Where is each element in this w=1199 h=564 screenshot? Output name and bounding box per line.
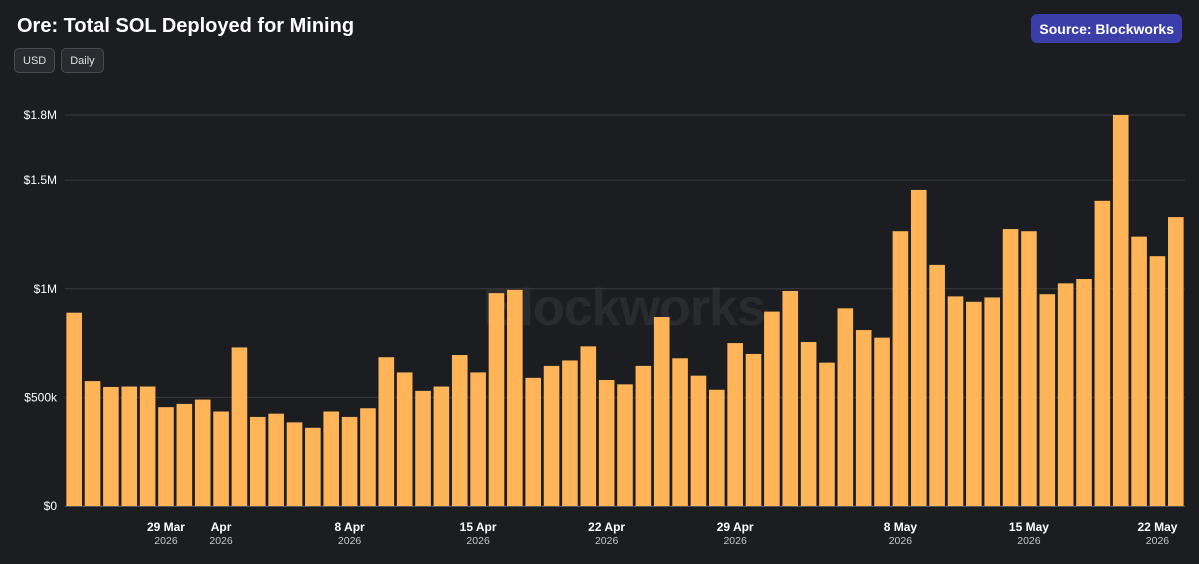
bar[interactable] <box>341 416 358 506</box>
bar[interactable] <box>415 390 431 506</box>
bar[interactable] <box>1002 229 1019 506</box>
bar[interactable] <box>635 365 652 506</box>
bar[interactable] <box>966 301 982 506</box>
bar[interactable] <box>1112 115 1129 506</box>
bar[interactable] <box>855 330 872 506</box>
bar[interactable] <box>617 384 633 506</box>
x-tick-year: 2026 <box>723 535 747 547</box>
x-tick-year: 2026 <box>466 535 490 547</box>
bar[interactable] <box>433 386 450 506</box>
x-tick-year: 2026 <box>1146 535 1170 547</box>
bar[interactable] <box>764 311 780 506</box>
y-tick-label: $1.5M <box>24 173 57 187</box>
bar[interactable] <box>727 343 743 506</box>
bar[interactable] <box>305 427 321 506</box>
bar[interactable] <box>1057 283 1074 506</box>
bar[interactable] <box>580 346 597 506</box>
x-tick-year: 2026 <box>209 535 233 547</box>
bar[interactable] <box>268 413 284 506</box>
bar[interactable] <box>525 377 541 506</box>
y-tick-label: $0 <box>44 499 58 513</box>
bar[interactable] <box>1131 236 1147 506</box>
x-tick-label: 29 Mar <box>147 520 185 534</box>
y-tick-label: $500k <box>24 390 58 404</box>
bar[interactable] <box>66 312 82 506</box>
bar[interactable] <box>1021 231 1037 507</box>
bar[interactable] <box>194 399 211 506</box>
bar[interactable] <box>1094 200 1111 506</box>
bar[interactable] <box>543 365 560 506</box>
x-tick-label: 15 May <box>1009 520 1049 534</box>
bar[interactable] <box>360 408 376 506</box>
x-tick-label: Apr <box>211 520 232 534</box>
x-tick-label: 15 Apr <box>460 520 497 534</box>
bar[interactable] <box>984 297 1001 506</box>
bar[interactable] <box>139 386 156 506</box>
bar[interactable] <box>323 411 340 506</box>
bar[interactable] <box>378 357 395 506</box>
bar[interactable] <box>470 372 486 506</box>
bar[interactable] <box>249 416 266 506</box>
bar[interactable] <box>690 375 707 506</box>
bar[interactable] <box>396 372 413 506</box>
bar[interactable] <box>158 407 174 506</box>
x-tick-year: 2026 <box>154 535 178 547</box>
bar[interactable] <box>653 317 670 506</box>
x-tick-label: 29 Apr <box>717 520 754 534</box>
x-tick-year: 2026 <box>889 535 913 547</box>
bar[interactable] <box>598 380 615 506</box>
bar[interactable] <box>176 403 193 506</box>
bar[interactable] <box>929 264 945 506</box>
bar[interactable] <box>709 389 725 506</box>
bar[interactable] <box>231 347 248 506</box>
y-tick-label: $1.8M <box>24 108 57 122</box>
bar[interactable] <box>947 296 964 506</box>
bar[interactable] <box>672 358 688 506</box>
x-tick-year: 2026 <box>1017 535 1041 547</box>
bar[interactable] <box>213 411 229 506</box>
bar[interactable] <box>488 293 505 506</box>
bar[interactable] <box>1039 294 1056 506</box>
y-tick-label: $1M <box>34 282 57 296</box>
bar[interactable] <box>84 381 101 506</box>
x-tick-label: 8 Apr <box>334 520 365 534</box>
x-tick-year: 2026 <box>595 535 619 547</box>
bar[interactable] <box>892 231 909 507</box>
bar[interactable] <box>121 386 138 506</box>
bar[interactable] <box>745 353 762 506</box>
bar[interactable] <box>451 355 468 506</box>
bar[interactable] <box>507 289 523 506</box>
bar[interactable] <box>562 360 578 506</box>
bar[interactable] <box>800 341 817 506</box>
bar[interactable] <box>819 362 835 506</box>
bar-chart: $0$500k$1M$1.5M$1.8M29 Mar2026Apr20268 A… <box>24 108 1185 547</box>
bar[interactable] <box>286 422 303 506</box>
x-tick-label: 22 May <box>1137 520 1177 534</box>
x-tick-label: 8 May <box>884 520 918 534</box>
x-tick-label: 22 Apr <box>588 520 625 534</box>
x-tick-year: 2026 <box>338 535 362 547</box>
bar[interactable] <box>1168 217 1184 506</box>
bar[interactable] <box>874 337 890 506</box>
bar[interactable] <box>1149 256 1166 506</box>
bar[interactable] <box>103 386 119 506</box>
bar[interactable] <box>782 290 799 506</box>
bar[interactable] <box>1076 279 1092 506</box>
bar[interactable] <box>837 308 854 506</box>
bar[interactable] <box>910 189 927 507</box>
